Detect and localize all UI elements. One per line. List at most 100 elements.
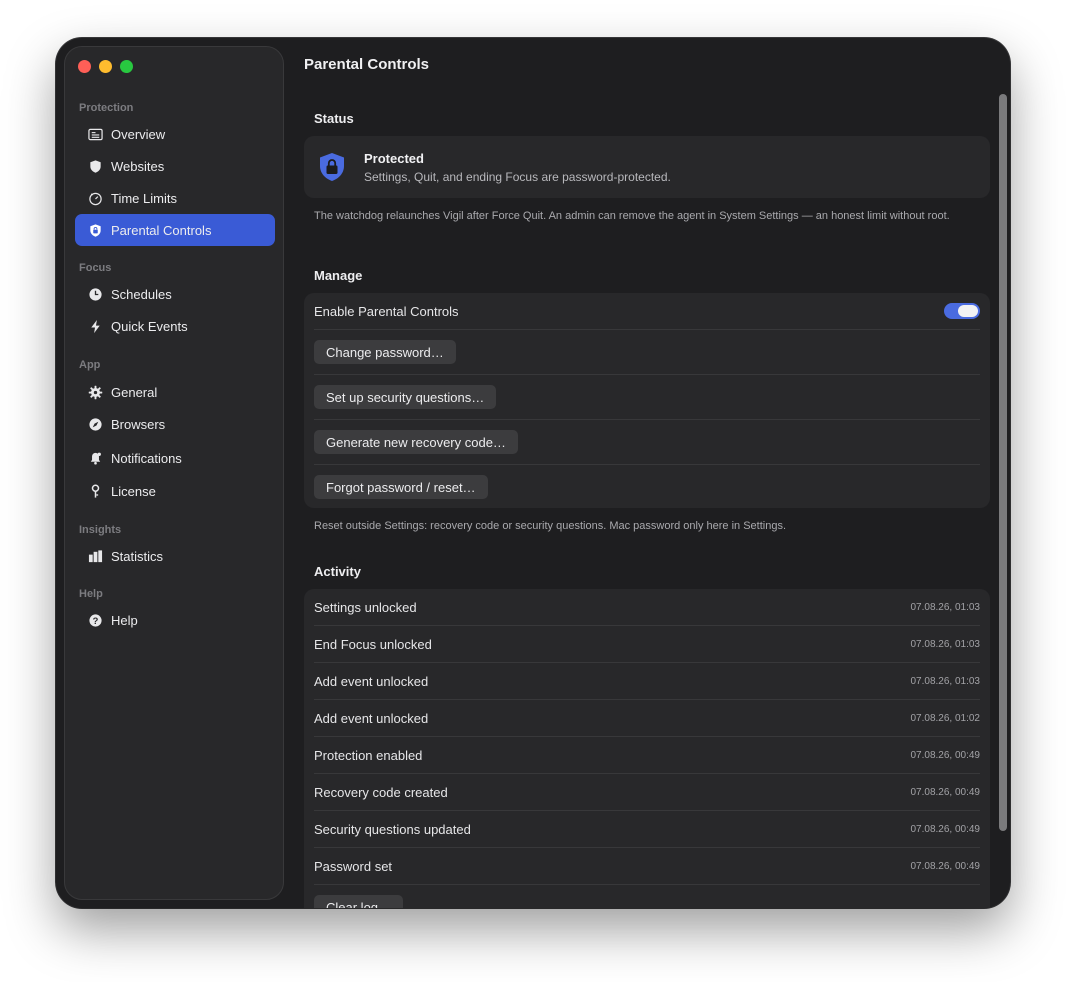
clock-icon	[87, 286, 103, 302]
activity-time: 07.08.26, 01:02	[910, 713, 980, 724]
question-icon: ?	[87, 612, 103, 628]
sidebar-item-label: License	[111, 483, 156, 499]
activity-label: Add event unlocked	[314, 711, 429, 726]
activity-label: Add event unlocked	[314, 674, 429, 689]
sidebar-item-parental-controls[interactable]: Parental Controls	[75, 214, 275, 246]
sidebar-item-browsers[interactable]: Browsers	[75, 408, 275, 440]
window-controls	[78, 60, 133, 73]
bar-chart-icon	[87, 548, 103, 564]
activity-time: 07.08.26, 01:03	[910, 602, 980, 613]
activity-row: Password set 07.08.26, 00:49	[314, 848, 980, 885]
activity-card: Settings unlocked 07.08.26, 01:03 End Fo…	[304, 589, 990, 908]
sidebar: Protection Overview Websites Time Limits…	[64, 46, 284, 900]
manage-note: Reset outside Settings: recovery code or…	[314, 520, 787, 532]
sidebar-item-label: General	[111, 384, 158, 400]
section-label-protection: Protection	[79, 102, 134, 114]
activity-row: Settings unlocked 07.08.26, 01:03	[314, 589, 980, 626]
activity-label: Security questions updated	[314, 822, 471, 837]
scrollbar[interactable]	[999, 94, 1007, 831]
sidebar-item-label: Help	[111, 612, 138, 628]
sidebar-item-label: Parental Controls	[111, 222, 212, 238]
activity-label: Settings unlocked	[314, 600, 417, 615]
security-questions-button[interactable]: Set up security questions…	[314, 385, 497, 409]
activity-row: Add event unlocked 07.08.26, 01:03	[314, 663, 980, 700]
activity-row: End Focus unlocked 07.08.26, 01:03	[314, 626, 980, 663]
forgot-password-button[interactable]: Forgot password / reset…	[314, 475, 488, 499]
activity-time: 07.08.26, 01:03	[910, 676, 980, 687]
clear-log-row: Clear log…	[314, 885, 980, 908]
main-content: Parental Controls Status Protected Setti…	[292, 38, 1010, 908]
sidebar-item-license[interactable]: License	[75, 475, 275, 507]
sidebar-item-label: Statistics	[111, 548, 164, 564]
status-heading: Status	[314, 111, 354, 126]
page-title: Parental Controls	[304, 56, 430, 73]
toggle-knob	[958, 305, 978, 317]
sidebar-item-schedules[interactable]: Schedules	[75, 278, 275, 310]
manage-heading: Manage	[314, 268, 363, 283]
activity-label: End Focus unlocked	[314, 637, 432, 652]
bell-icon	[87, 450, 103, 466]
sidebar-item-label: Quick Events	[111, 318, 188, 334]
section-label-app: App	[79, 359, 101, 371]
security-questions-row: Set up security questions…	[314, 375, 980, 420]
close-window-button[interactable]	[78, 60, 91, 73]
activity-time: 07.08.26, 00:49	[910, 861, 980, 872]
sidebar-item-statistics[interactable]: Statistics	[75, 540, 275, 572]
recovery-code-button[interactable]: Generate new recovery code…	[314, 430, 518, 454]
sidebar-item-label: Schedules	[111, 286, 172, 302]
sidebar-item-label: Browsers	[111, 416, 166, 432]
forgot-password-row: Forgot password / reset…	[314, 465, 980, 508]
activity-row: Add event unlocked 07.08.26, 01:02	[314, 700, 980, 737]
status-note: The watchdog relaunches Vigil after Forc…	[314, 210, 950, 222]
sidebar-item-general[interactable]: General	[75, 376, 275, 408]
lock-shield-icon	[87, 222, 103, 238]
activity-row: Protection enabled 07.08.26, 00:49	[314, 737, 980, 774]
compass-icon	[87, 416, 103, 432]
section-label-focus: Focus	[79, 262, 112, 274]
section-label-help: Help	[79, 588, 103, 600]
activity-row: Recovery code created 07.08.26, 00:49	[314, 774, 980, 811]
enable-parental-controls-label: Enable Parental Controls	[314, 304, 459, 319]
clear-log-button[interactable]: Clear log…	[314, 895, 404, 908]
timer-icon	[87, 190, 103, 206]
activity-time: 07.08.26, 00:49	[910, 787, 980, 798]
sidebar-item-label: Websites	[111, 158, 165, 174]
status-subtitle: Settings, Quit, and ending Focus are pas…	[364, 170, 671, 184]
enable-parental-controls-row: Enable Parental Controls	[314, 293, 980, 330]
sidebar-item-quick-events[interactable]: Quick Events	[75, 310, 275, 342]
sidebar-item-time-limits[interactable]: Time Limits	[75, 182, 275, 214]
bolt-icon	[87, 318, 103, 334]
sidebar-item-label: Overview	[111, 126, 166, 142]
activity-heading: Activity	[314, 564, 361, 579]
activity-label: Protection enabled	[314, 748, 423, 763]
activity-time: 07.08.26, 00:49	[910, 750, 980, 761]
svg-text:?: ?	[92, 615, 98, 625]
change-password-button[interactable]: Change password…	[314, 340, 456, 364]
zoom-window-button[interactable]	[120, 60, 133, 73]
app-window: Protection Overview Websites Time Limits…	[56, 38, 1010, 908]
gear-icon	[87, 384, 103, 400]
sidebar-item-notifications[interactable]: Notifications	[75, 442, 275, 474]
key-icon	[87, 483, 103, 499]
status-title: Protected	[364, 151, 424, 166]
shield-icon	[87, 158, 103, 174]
activity-label: Recovery code created	[314, 785, 448, 800]
enable-parental-controls-toggle[interactable]	[944, 303, 980, 319]
lock-shield-icon	[320, 153, 344, 181]
minimize-window-button[interactable]	[99, 60, 112, 73]
activity-time: 07.08.26, 00:49	[910, 824, 980, 835]
status-card: Protected Settings, Quit, and ending Foc…	[304, 136, 990, 198]
sidebar-item-help[interactable]: ? Help	[75, 604, 275, 636]
section-label-insights: Insights	[79, 524, 122, 536]
change-password-row: Change password…	[314, 330, 980, 375]
sidebar-item-overview[interactable]: Overview	[75, 118, 275, 150]
sidebar-item-websites[interactable]: Websites	[75, 150, 275, 182]
recovery-code-row: Generate new recovery code…	[314, 420, 980, 465]
sidebar-item-label: Time Limits	[111, 190, 177, 206]
activity-label: Password set	[314, 859, 393, 874]
sidebar-item-label: Notifications	[111, 450, 182, 466]
activity-row: Security questions updated 07.08.26, 00:…	[314, 811, 980, 848]
activity-time: 07.08.26, 01:03	[910, 639, 980, 650]
overview-icon	[87, 126, 103, 142]
manage-card: Enable Parental Controls Change password…	[304, 293, 990, 508]
